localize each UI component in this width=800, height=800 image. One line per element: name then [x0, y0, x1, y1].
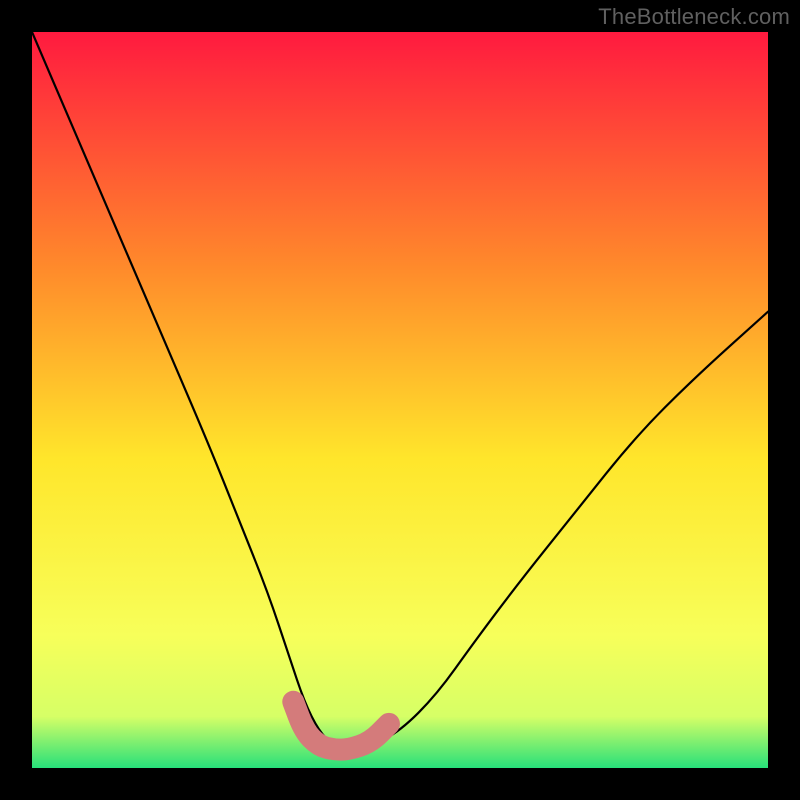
chart-svg — [32, 32, 768, 768]
gradient-background — [32, 32, 768, 768]
watermark-text: TheBottleneck.com — [598, 4, 790, 30]
plot-area — [32, 32, 768, 768]
chart-frame: TheBottleneck.com — [0, 0, 800, 800]
